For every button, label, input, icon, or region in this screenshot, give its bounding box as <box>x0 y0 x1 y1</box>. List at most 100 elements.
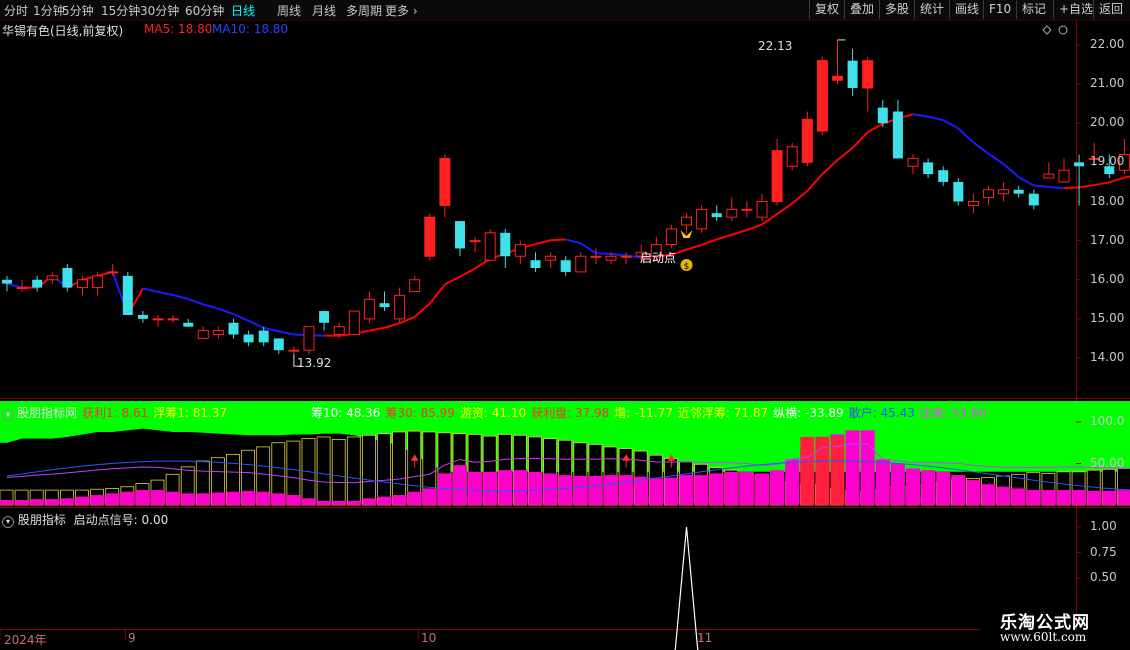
candle-body <box>273 338 284 351</box>
magenta-bar <box>619 475 634 505</box>
period-7[interactable]: 周线 <box>277 2 301 19</box>
magenta-bar <box>332 500 347 505</box>
magenta-bar <box>845 430 860 505</box>
ma-line-segment <box>701 238 718 246</box>
ma-line-segment <box>836 147 854 161</box>
ma-line-segment <box>972 141 990 155</box>
ma-line-segment <box>172 294 189 300</box>
ma10-label: MA10: 18.80 <box>212 22 289 36</box>
toolbar-button-3[interactable]: 统计 <box>914 0 949 19</box>
magenta-bar <box>649 478 664 505</box>
magenta-bar <box>166 491 181 505</box>
magenta-bar <box>573 475 588 505</box>
toolbar-button-4[interactable]: 画线 <box>949 0 984 19</box>
magenta-bar <box>377 496 392 505</box>
period-0[interactable]: 分时 <box>4 2 28 19</box>
indicator1-value-7: 增: -11.77 <box>614 406 673 420</box>
money-bag-symbol: $ <box>684 262 690 272</box>
magenta-bar <box>392 495 407 505</box>
indicator1-value-4: 筹30: 85.99 <box>385 406 455 420</box>
candle-body-filled <box>817 60 828 132</box>
period-2[interactable]: 5分钟 <box>62 2 94 19</box>
magenta-bar <box>0 500 14 505</box>
candle-body <box>303 326 315 351</box>
period-1[interactable]: 1分钟 <box>33 2 65 19</box>
ma-line-segment <box>580 242 597 254</box>
candle-body <box>560 260 571 272</box>
candle-body <box>545 255 557 261</box>
ma-line-segment <box>942 119 959 130</box>
magenta-bar <box>981 484 996 505</box>
indicator1-header: ▾ 股朋指标网 获利1: 8.61 浮筹1: 81.37 套牢1: 10.01 筹10: … <box>2 404 986 421</box>
ma-line-segment <box>716 233 733 241</box>
ma-line-segment <box>384 322 400 329</box>
period-6[interactable]: 日线 <box>231 2 255 19</box>
collapse-icon[interactable]: ▾ <box>2 409 14 421</box>
price-axis-label: 21.00 <box>1090 76 1125 91</box>
magenta-bar <box>604 475 618 505</box>
ma-line-segment <box>821 159 839 175</box>
magenta-bar <box>906 468 920 505</box>
magenta-bar <box>105 493 120 505</box>
magenta-bar <box>407 491 422 505</box>
toolbar-button-1[interactable]: 叠加 <box>844 0 879 19</box>
ma-line-segment <box>187 297 204 306</box>
ma-line-segment <box>278 330 295 336</box>
candle-body <box>756 201 768 218</box>
ma-line-segment <box>1018 176 1035 187</box>
ma-line-segment <box>550 238 566 242</box>
candle-body <box>469 240 481 243</box>
period-8[interactable]: 月线 <box>312 2 336 19</box>
collapse-icon[interactable]: ▾ <box>2 516 14 528</box>
indicator1-value-11: 庄家: 53.66 <box>919 406 987 420</box>
candle-body <box>590 255 602 258</box>
magenta-bar <box>558 475 573 505</box>
candle-body <box>711 213 722 218</box>
date-label: 10 <box>421 631 437 645</box>
candle-body <box>605 255 617 261</box>
period-10[interactable]: 更多 › <box>385 2 418 19</box>
candle-body <box>137 314 148 319</box>
toolbar-button-8[interactable]: 返回 <box>1093 0 1128 19</box>
candle-body <box>620 255 632 258</box>
indicator1-value-10: 散户: 45.43 <box>848 406 915 420</box>
candle-body <box>1028 193 1039 206</box>
magenta-bar <box>1011 488 1026 505</box>
indicator1-value-3: 筹10: 48.36 <box>310 406 381 420</box>
magenta-bar <box>679 475 694 505</box>
candle-body <box>197 330 209 339</box>
magenta-bar <box>1057 490 1071 505</box>
candle-body <box>243 334 254 343</box>
date-label: 9 <box>128 631 136 645</box>
candle-body <box>228 322 239 335</box>
chart-canvas[interactable]: $ <box>0 20 1130 650</box>
toolbar-button-7[interactable]: +自选 <box>1053 0 1098 19</box>
candle-body <box>455 221 465 249</box>
toolbar-button-0[interactable]: 复权 <box>809 0 844 19</box>
period-3[interactable]: 15分钟 <box>101 2 140 19</box>
toolbar-button-5[interactable]: F10 <box>983 0 1016 19</box>
period-5[interactable]: 60分钟 <box>185 2 224 19</box>
price-axis-label: 17.00 <box>1090 232 1125 247</box>
ma5-label: MA5: 18.80 <box>144 22 213 36</box>
magenta-bar <box>588 475 603 505</box>
magenta-bar <box>528 471 543 505</box>
candle-body <box>62 268 73 288</box>
magenta-bar <box>664 477 679 505</box>
ma-line-segment <box>248 319 265 329</box>
period-9[interactable]: 多周期 <box>346 2 382 19</box>
indicator-bar <box>377 433 391 506</box>
magenta-bar <box>1026 490 1041 505</box>
candle-body <box>726 208 738 218</box>
ma-line-segment <box>142 287 159 293</box>
toolbar-button-6[interactable]: 标记 <box>1016 0 1051 19</box>
magenta-bar <box>256 491 271 505</box>
period-4[interactable]: 30分钟 <box>140 2 179 19</box>
candle-body <box>877 107 888 124</box>
candle-body <box>409 279 421 292</box>
candle-body <box>258 330 269 343</box>
toolbar-button-2[interactable]: 多股 <box>879 0 914 19</box>
ind2-axis-label: 0.50 <box>1090 570 1117 584</box>
magenta-bar <box>302 498 316 505</box>
ma-line-segment <box>912 113 929 118</box>
